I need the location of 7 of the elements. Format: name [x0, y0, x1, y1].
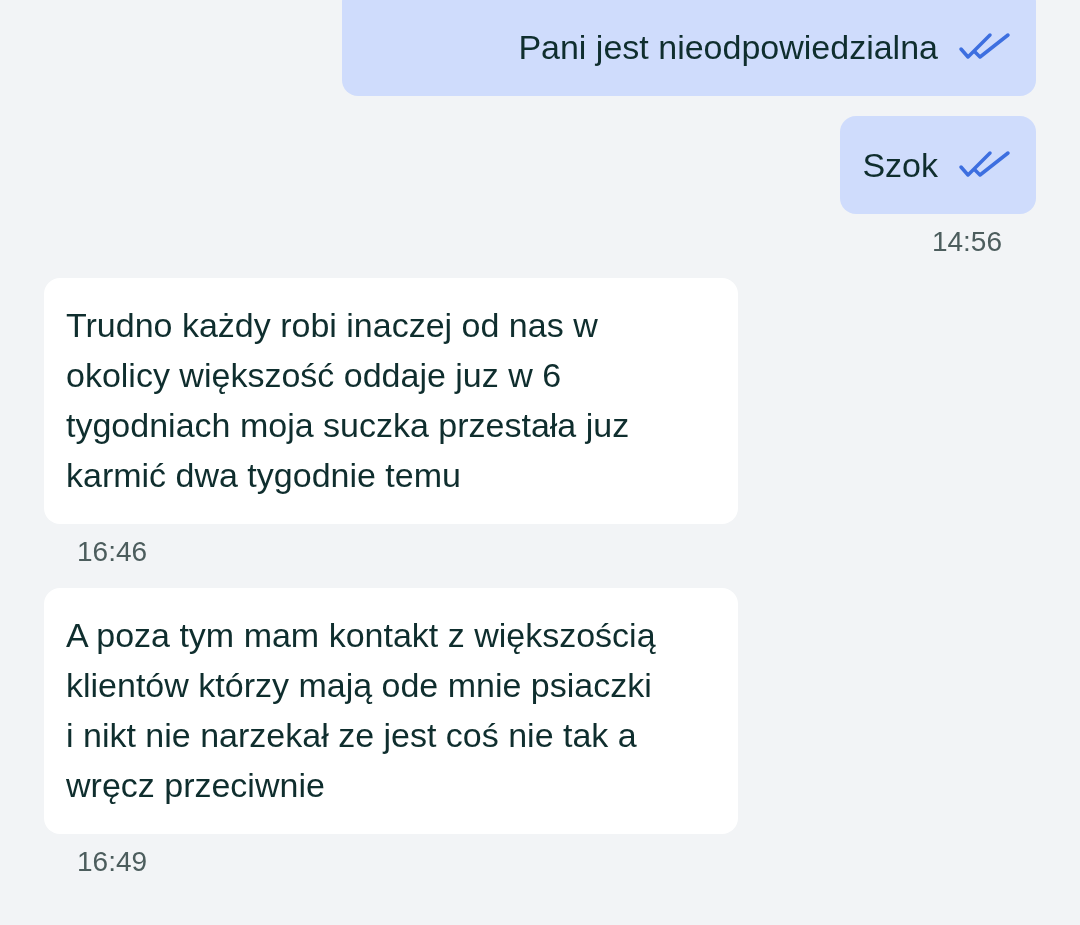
- message-time: 16:49: [77, 846, 148, 878]
- message-text: Szok: [862, 145, 938, 186]
- message-time: 16:46: [77, 536, 148, 568]
- message-text: Trudno każdy robi inaczej od nas w okolicy większość oddaje juz w 6 tygodniach moja suczka przestała juz karmić dwa tygodnie temu: [66, 305, 631, 496]
- message-time: 14:56: [931, 226, 1002, 258]
- message-text: A poza tym mam kontakt z większością klientów którzy mają ode mnie psiaczki i nikt nie narzekał ze jest coś nie tak a wręcz przeciwnie: [66, 615, 657, 806]
- message-text: Pani jest nieodpowiedzialna: [518, 27, 938, 68]
